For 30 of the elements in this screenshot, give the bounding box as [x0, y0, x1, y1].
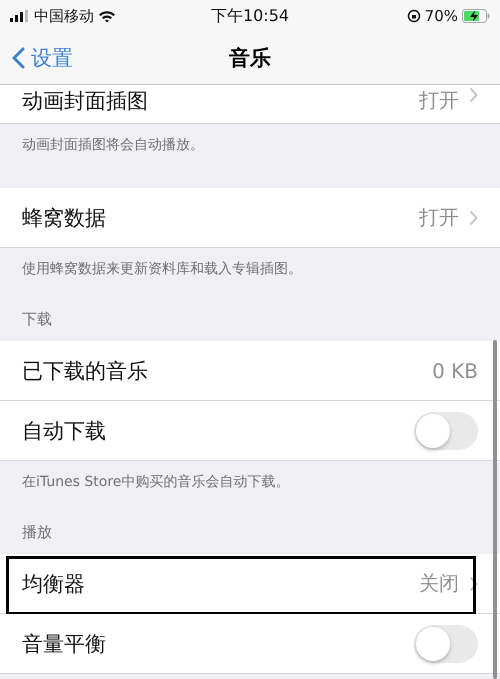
row-value: 打开: [419, 204, 459, 231]
rotation-lock-icon: [406, 9, 421, 23]
section-footer: 在iTunes Store中购买的音乐会自动下载。: [0, 461, 500, 492]
wifi-icon: [98, 10, 116, 22]
section-footer: 动画封面插图将会自动播放。: [0, 124, 500, 155]
signal-icon: [10, 10, 30, 22]
battery-charging-icon: [462, 9, 490, 23]
toggle-switch[interactable]: [414, 412, 478, 450]
battery-percent: 70%: [424, 7, 458, 25]
screen-title: 音乐: [229, 46, 271, 70]
row-label[interactable]: 蜂窝数据: [22, 206, 106, 230]
back-button[interactable]: 设置: [0, 43, 79, 73]
section-header: 播放: [21, 522, 53, 543]
toggle-switch[interactable]: [414, 624, 478, 662]
section-header: 下载: [21, 309, 53, 330]
row-value: 0 KB: [432, 358, 478, 382]
chevron-icon: [469, 210, 478, 226]
chevron-icon: [469, 87, 478, 103]
row-label: 音量平衡: [22, 632, 106, 656]
row-value: 打开: [419, 87, 459, 114]
section-footer: 使用蜂窝数据来更新资料库和载入专辑插图。: [0, 248, 500, 279]
row-value: 关闭: [419, 570, 459, 597]
clock: 下午10:54: [210, 6, 290, 24]
carrier-name: 中国移动: [34, 6, 94, 26]
row-label: 自动下载: [22, 418, 106, 442]
row-label[interactable]: 均衡器: [22, 572, 85, 596]
chevron-icon: [469, 576, 478, 592]
back-chevron-icon: [12, 47, 25, 69]
row-label[interactable]: 动画封面插图: [22, 89, 148, 113]
row-label[interactable]: 已下载的音乐: [22, 358, 148, 382]
